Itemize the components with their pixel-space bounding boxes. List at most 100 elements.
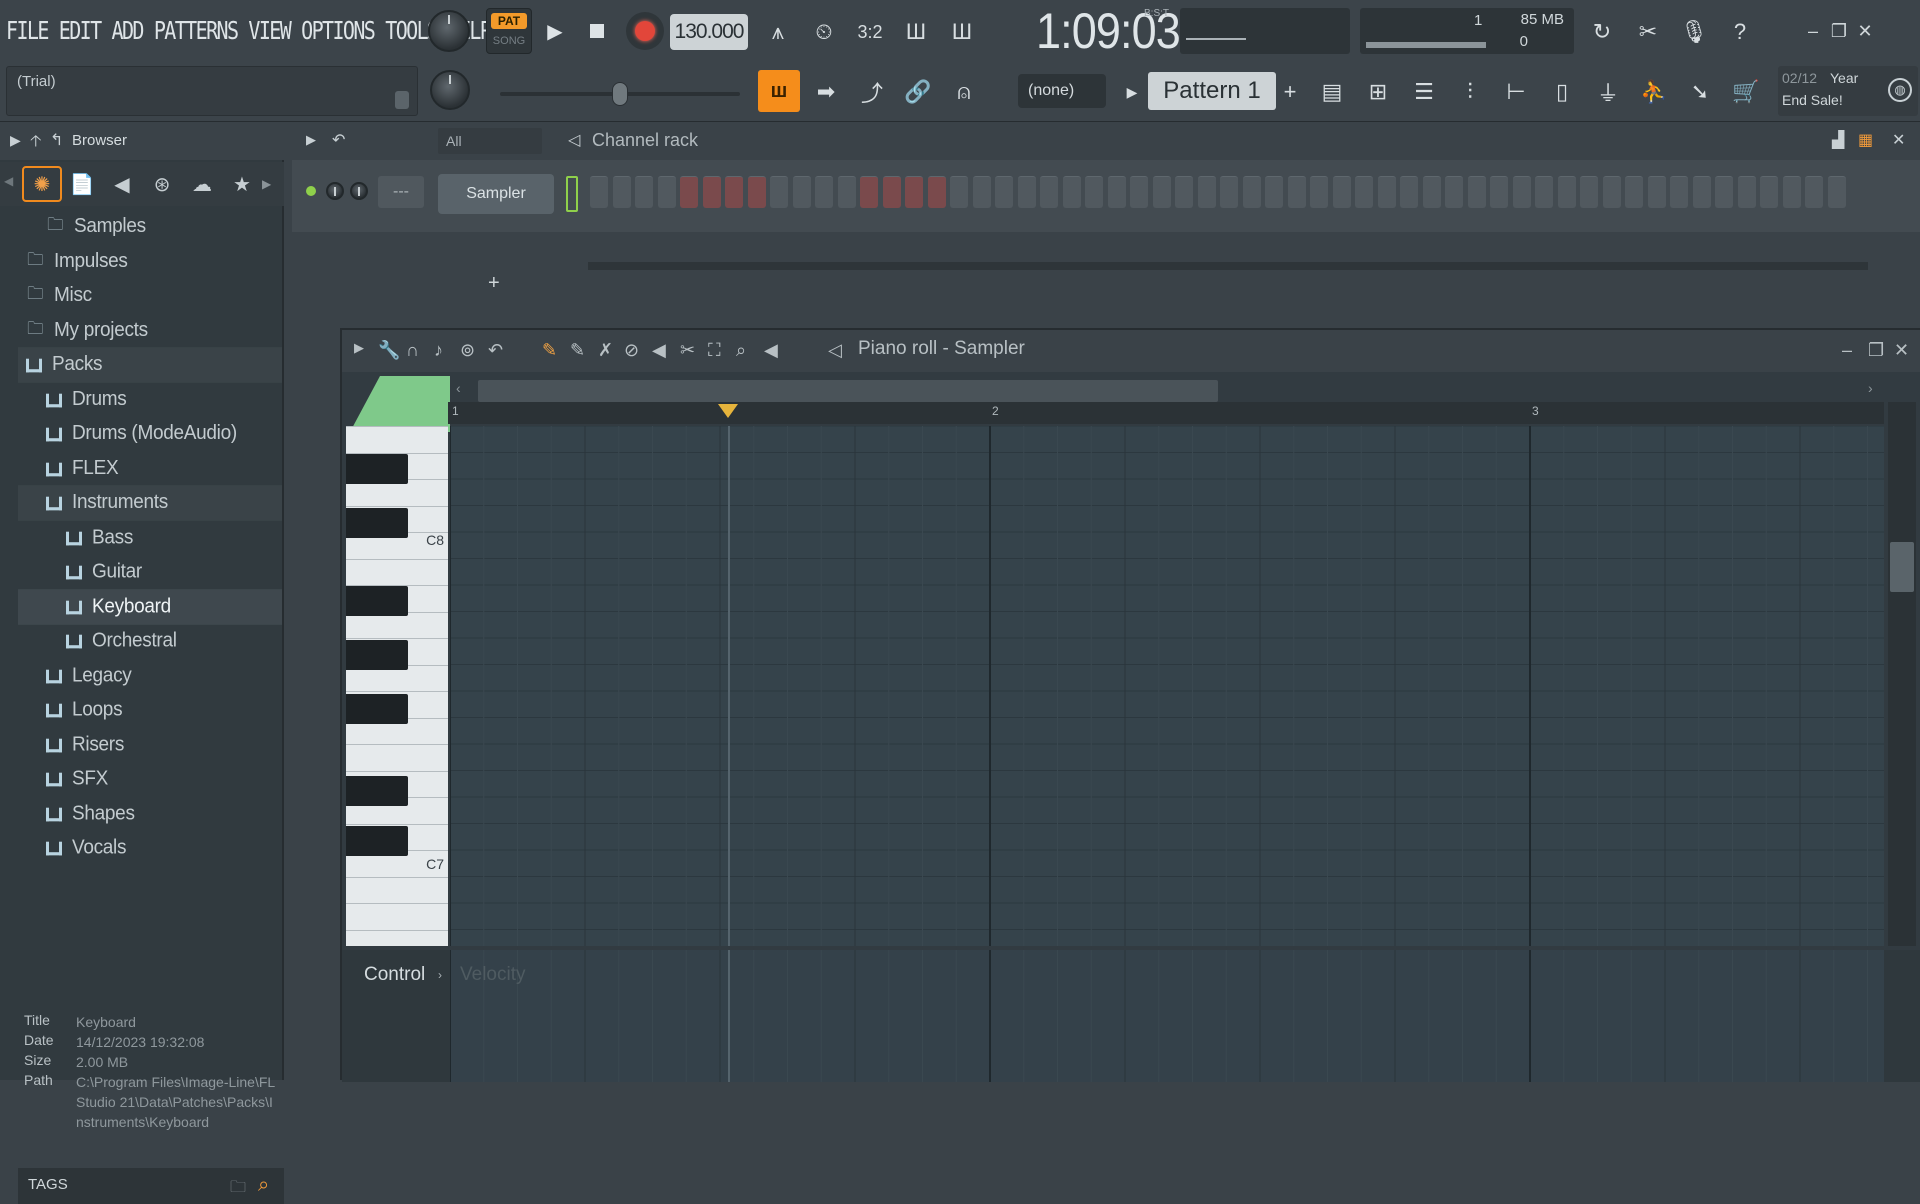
tree-item[interactable]: Drums (ModeAudio)	[18, 416, 282, 452]
folder-icon[interactable]: 🗀	[230, 1176, 246, 1203]
tree-item[interactable]: Drums	[18, 382, 282, 418]
channel-volume-knob[interactable]	[326, 182, 344, 200]
step-button[interactable]	[927, 176, 946, 208]
expand-arrow-icon[interactable]: ▶	[10, 132, 21, 149]
timeline-ruler[interactable]: 1 2 3	[448, 402, 1884, 424]
channel-rack-scrollbar[interactable]	[588, 262, 1868, 270]
step-button[interactable]	[995, 176, 1013, 208]
tree-item[interactable]: FLEX	[18, 451, 282, 487]
feedback-button[interactable]: ➘	[1680, 72, 1720, 112]
pat-song-toggle[interactable]: PAT SONG	[486, 8, 532, 54]
arrow-button[interactable]: ➡	[806, 72, 846, 112]
all-tab-button[interactable]: ✺	[22, 166, 62, 202]
step-button[interactable]	[1175, 176, 1193, 208]
countdown-button[interactable]: 3:2	[850, 12, 890, 52]
chevron-right-icon[interactable]: ›	[438, 968, 442, 982]
step-button[interactable]	[815, 176, 833, 208]
step-button[interactable]	[1017, 176, 1036, 208]
black-key[interactable]	[346, 508, 408, 538]
plugins-tab-button[interactable]: ⊛	[142, 166, 182, 202]
step-button[interactable]	[882, 176, 901, 208]
step-button[interactable]	[1152, 176, 1171, 208]
select-icon[interactable]: ⛶	[708, 340, 721, 361]
piano-roll-typing-button[interactable]: ш	[758, 70, 800, 112]
step-button[interactable]	[1602, 176, 1621, 208]
link-button[interactable]: 🔗	[898, 72, 938, 112]
step-button[interactable]	[950, 176, 968, 208]
tree-item[interactable]: Legacy	[18, 658, 282, 694]
up-arrow-icon[interactable]: 🡡	[30, 130, 42, 157]
delete-icon[interactable]: ⊘	[624, 340, 639, 361]
lock-icon[interactable]	[395, 91, 409, 109]
tree-item[interactable]: Orchestral	[18, 623, 282, 659]
step-edit-button[interactable]: ⤴	[852, 72, 892, 112]
slice-icon[interactable]: ✂	[680, 340, 695, 361]
step-button[interactable]	[837, 176, 856, 208]
zoom-icon[interactable]: ⌕	[736, 340, 746, 361]
tree-item[interactable]: Packs	[18, 347, 282, 383]
step-button[interactable]	[1580, 176, 1598, 208]
minimize-button[interactable]: –	[1800, 18, 1826, 44]
step-button[interactable]	[1445, 176, 1463, 208]
help-button[interactable]: ?	[1720, 12, 1760, 52]
step-button[interactable]	[1377, 176, 1396, 208]
menu-add[interactable]: ADD	[112, 15, 145, 45]
master-pitch-knob[interactable]	[430, 70, 470, 110]
step-button[interactable]	[860, 176, 878, 208]
step-button[interactable]	[1625, 176, 1643, 208]
step-button[interactable]	[1242, 176, 1261, 208]
menu-view[interactable]: VIEW	[248, 15, 291, 45]
minimize-icon[interactable]: –	[1842, 340, 1852, 361]
options-arrow-icon[interactable]: ▶	[354, 340, 364, 356]
step-button[interactable]	[1400, 176, 1418, 208]
channel-button-sampler[interactable]: Sampler	[438, 174, 554, 214]
learn-button[interactable]: ⛹	[1634, 72, 1674, 112]
tree-item[interactable]: Bass	[18, 520, 282, 556]
tree-item[interactable]: Risers	[18, 727, 282, 763]
undo-icon[interactable]: ↶	[332, 130, 345, 150]
news-panel[interactable]: 02/12 Year End Sale! ◍	[1778, 66, 1918, 116]
globe-icon[interactable]: ◍	[1888, 78, 1912, 102]
step-button[interactable]	[1490, 176, 1508, 208]
menu-options[interactable]: OPTIONS	[301, 15, 376, 45]
step-button[interactable]	[792, 176, 811, 208]
step-button[interactable]	[1197, 176, 1216, 208]
step-button[interactable]	[905, 176, 923, 208]
slide-button[interactable]: ⍝	[944, 72, 984, 112]
shop-button[interactable]: 🛒	[1726, 72, 1766, 112]
tips-button[interactable]: ⏚	[1588, 72, 1628, 112]
channel-rack-button[interactable]: ☰	[1404, 72, 1444, 112]
pattern-prev-button[interactable]: ▶	[1112, 72, 1152, 112]
snap-selector[interactable]: (none)	[1018, 74, 1106, 108]
pencil-icon[interactable]: ✎	[542, 340, 557, 361]
step-button[interactable]	[1130, 176, 1148, 208]
step-button[interactable]	[702, 176, 721, 208]
samples-tab-button[interactable]: ◀	[102, 166, 142, 202]
note-icon[interactable]: ♪	[434, 340, 443, 361]
record-audio-button[interactable]: 🎙	[1674, 12, 1714, 52]
close-icon[interactable]: ✕	[1894, 340, 1909, 361]
tree-item[interactable]: 🗀 Samples	[18, 210, 282, 245]
tempo-display[interactable]: 130.000	[670, 14, 748, 50]
menu-patterns[interactable]: PATTERNS	[154, 15, 239, 45]
tree-item[interactable]: SFX	[18, 761, 282, 797]
step-button[interactable]	[680, 176, 698, 208]
step-button[interactable]	[590, 176, 608, 208]
black-key[interactable]	[346, 694, 408, 724]
step-button[interactable]	[1287, 176, 1306, 208]
velocity-lane[interactable]	[449, 950, 1884, 1082]
wait-for-input-button[interactable]: ⏲	[804, 12, 844, 52]
black-key[interactable]	[346, 826, 408, 856]
back-icon[interactable]: ↰	[50, 130, 63, 150]
channel-select-led[interactable]	[566, 176, 578, 212]
tree-item[interactable]: Vocals	[18, 830, 282, 866]
playhead-marker[interactable]	[718, 404, 738, 418]
close-button[interactable]: ✕	[1852, 18, 1878, 44]
tree-item[interactable]: Instruments	[18, 485, 282, 521]
record-icon[interactable]: ⊚	[460, 340, 475, 361]
channel-pan-knob[interactable]	[350, 182, 368, 200]
pattern-selector[interactable]: Pattern 1	[1148, 72, 1276, 110]
tree-item[interactable]: 🗀 Misc	[18, 278, 282, 314]
step-button[interactable]	[1310, 176, 1328, 208]
menu-file[interactable]: FILE	[6, 15, 49, 45]
